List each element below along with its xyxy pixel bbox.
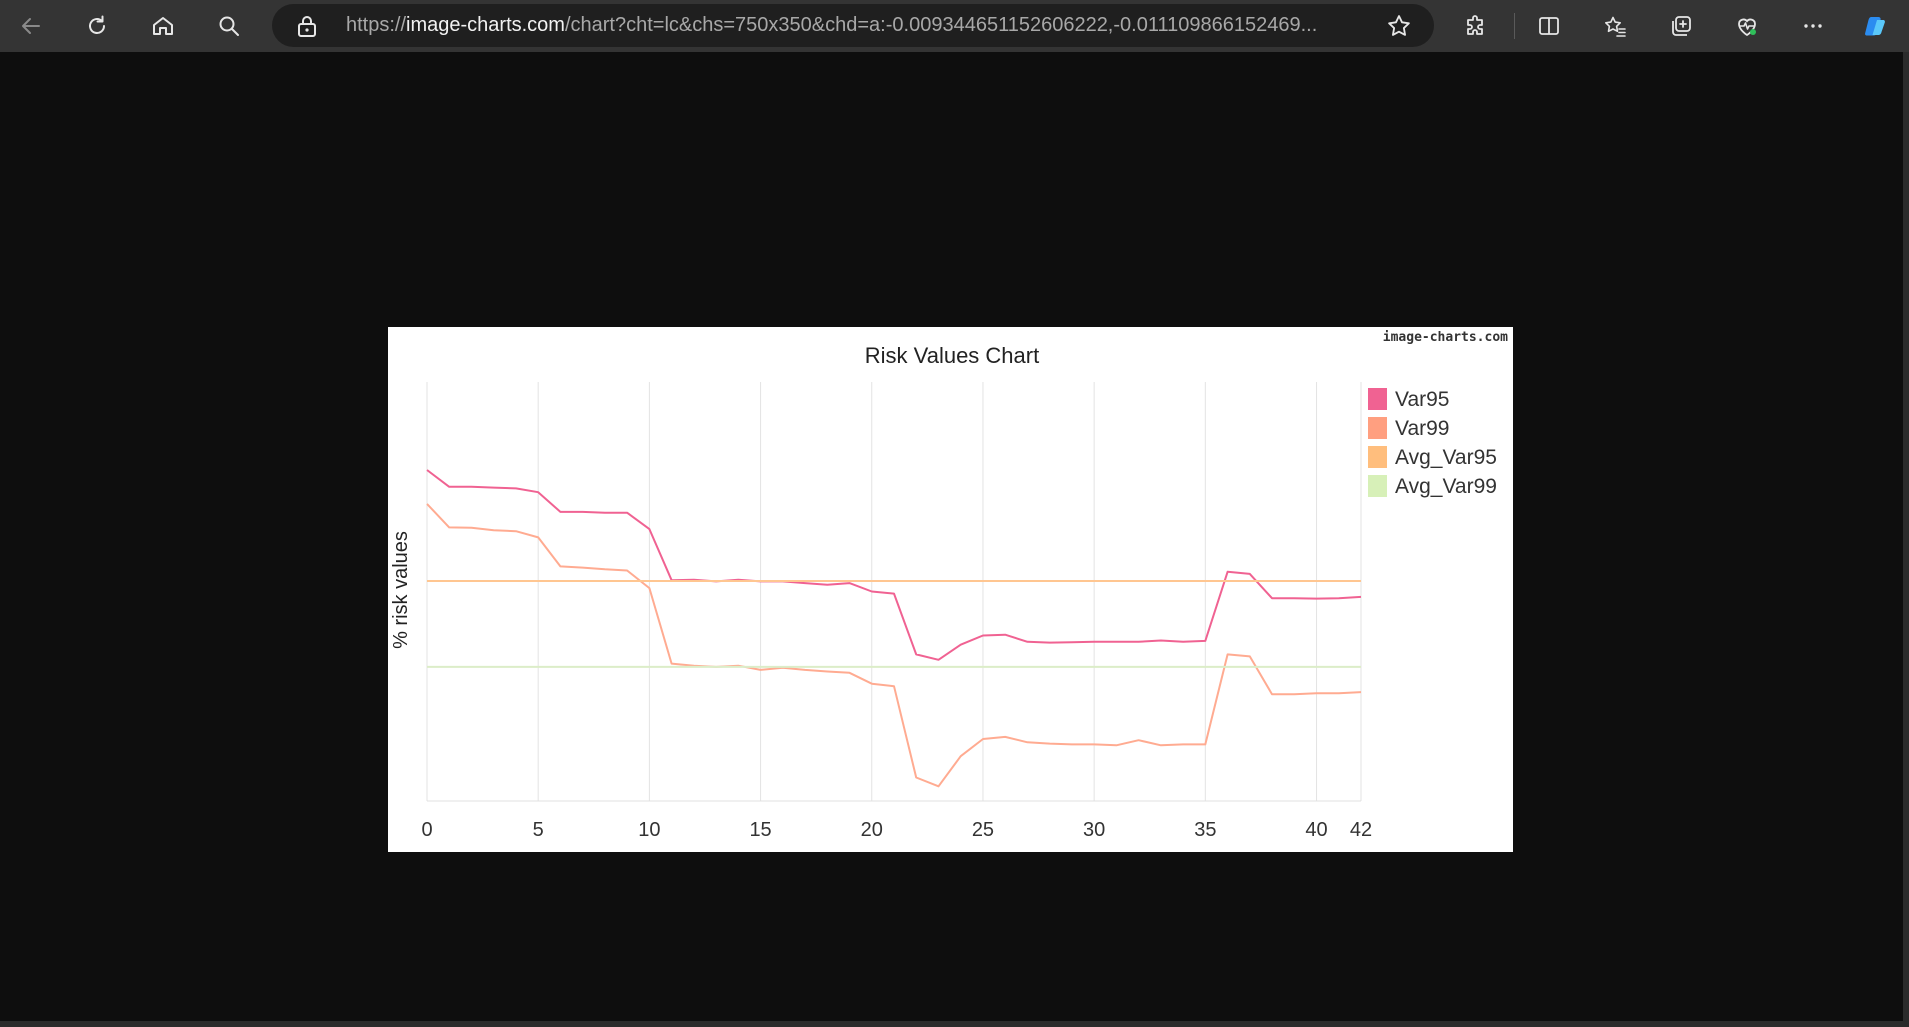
- browser-toolbar: https://image-charts.com/chart?cht=lc&ch…: [0, 0, 1909, 52]
- address-bar[interactable]: https://image-charts.com/chart?cht=lc&ch…: [272, 4, 1434, 47]
- home-button[interactable]: [145, 8, 181, 44]
- lock-icon[interactable]: [296, 14, 318, 38]
- toolbar-divider: [1514, 13, 1515, 39]
- legend: Var95 Var99 Avg_Var95 Avg_Var99: [1368, 388, 1497, 498]
- y-axis-label: % risk values: [390, 531, 412, 649]
- copilot-icon: [1865, 17, 1885, 36]
- x-tick-label-35: 35: [1194, 819, 1216, 841]
- favorites-icon: [1605, 16, 1626, 37]
- chart-image: Risk Values Chart image-charts.com % ris…: [388, 327, 1513, 852]
- x-tick-label-15: 15: [749, 819, 771, 841]
- favorites-button[interactable]: [1597, 8, 1633, 44]
- x-tick-label-20: 20: [861, 819, 883, 841]
- collections-button[interactable]: [1663, 8, 1699, 44]
- page-viewport: Risk Values Chart image-charts.com % ris…: [0, 52, 1903, 1021]
- back-arrow-icon: [22, 18, 40, 34]
- url-text[interactable]: https://image-charts.com/chart?cht=lc&ch…: [346, 4, 1346, 47]
- watermark-text: image-charts.com: [1383, 330, 1508, 345]
- x-tick-labels: 0 5 10 15 20 25 30 35 40 42: [421, 819, 1372, 841]
- legend-swatch-avg-var99: [1368, 475, 1387, 497]
- legend-swatch-var95: [1368, 388, 1387, 410]
- window-border-right: [1903, 52, 1909, 1027]
- x-tick-label-30: 30: [1083, 819, 1105, 841]
- legend-label-avg-var99: Avg_Var99: [1395, 475, 1497, 498]
- x-tick-label-0: 0: [421, 819, 432, 841]
- legend-label-var95: Var95: [1395, 388, 1449, 411]
- refresh-button[interactable]: [79, 8, 115, 44]
- home-icon: [153, 17, 173, 35]
- split-screen-button[interactable]: [1531, 8, 1567, 44]
- split-screen-icon: [1539, 17, 1559, 35]
- legend-label-avg-var95: Avg_Var95: [1395, 446, 1497, 469]
- collections-icon: [1672, 16, 1691, 36]
- browser-essentials-button[interactable]: [1729, 8, 1765, 44]
- star-icon[interactable]: [1386, 13, 1412, 39]
- url-path: /chart?cht=lc&chs=750x350&chd=a:-0.00934…: [564, 14, 1318, 36]
- search-icon: [219, 16, 239, 36]
- line-chart: Risk Values Chart image-charts.com % ris…: [390, 330, 1508, 841]
- window-border-bottom: [0, 1021, 1909, 1027]
- x-tick-label-5: 5: [533, 819, 544, 841]
- puzzle-icon: [1467, 15, 1483, 35]
- x-tick-label-25: 25: [972, 819, 994, 841]
- browser-essentials-icon: [1738, 18, 1756, 37]
- legend-swatch-avg-var95: [1368, 446, 1387, 468]
- series-line-var99: [426, 503, 1362, 788]
- x-tick-label-40: 40: [1305, 819, 1327, 841]
- legend-label-var99: Var99: [1395, 417, 1449, 440]
- copilot-button[interactable]: [1857, 8, 1893, 44]
- x-tick-label-10: 10: [638, 819, 660, 841]
- more-button[interactable]: [1795, 8, 1831, 44]
- legend-swatch-var99: [1368, 417, 1387, 439]
- x-tick-label-42: 42: [1350, 819, 1372, 841]
- chart-title: Risk Values Chart: [865, 343, 1039, 368]
- url-prefix: https://: [346, 14, 407, 36]
- back-button[interactable]: [13, 8, 49, 44]
- refresh-icon: [89, 15, 105, 34]
- extensions-button[interactable]: [1458, 8, 1494, 44]
- series-line-var95: [426, 469, 1362, 661]
- more-icon: [1804, 24, 1822, 28]
- search-button[interactable]: [211, 8, 247, 44]
- series-lines: [426, 469, 1362, 788]
- url-host: image-charts.com: [406, 14, 565, 36]
